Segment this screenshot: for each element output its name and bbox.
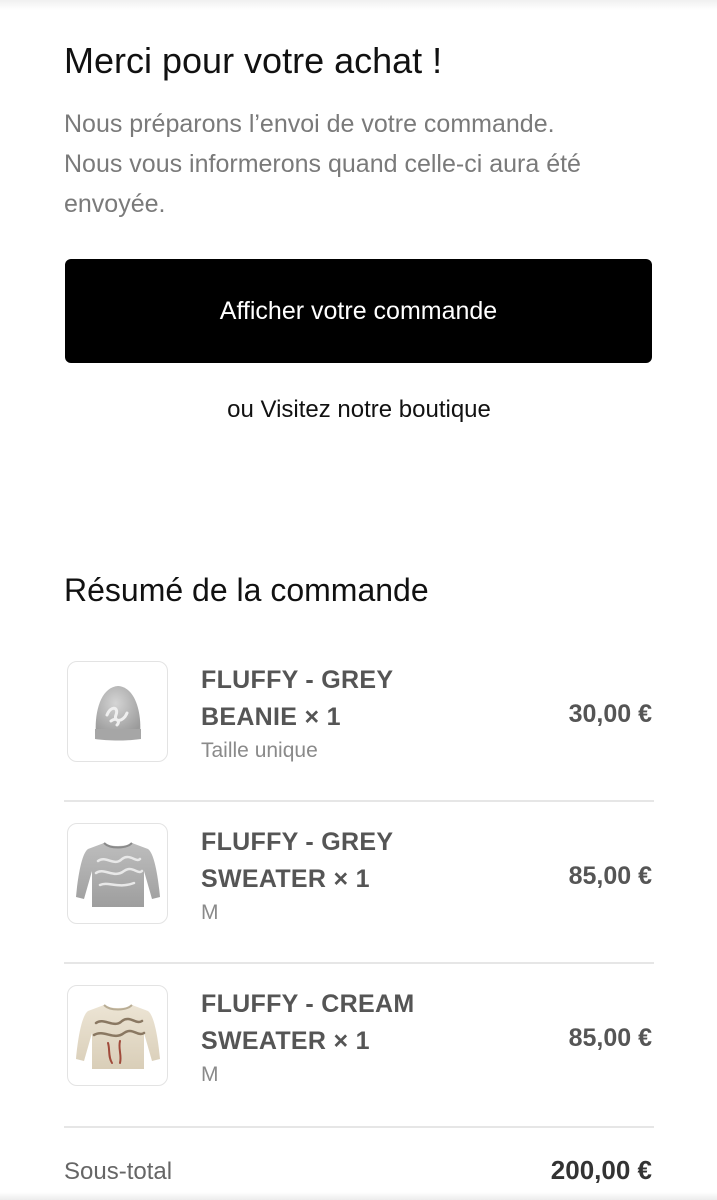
subtotal-value: 200,00 € bbox=[550, 1155, 652, 1185]
order-summary-heading: Résumé de la commande bbox=[64, 572, 429, 608]
item-name-line-2: BEANIE × 1 bbox=[201, 703, 341, 731]
beanie-icon bbox=[94, 685, 141, 740]
item-price: 85,00 € bbox=[568, 862, 652, 890]
message-line-1: Nous préparons l’envoi de votre commande… bbox=[64, 110, 555, 138]
grey-sweater-image[interactable] bbox=[67, 823, 168, 924]
item-variant: M bbox=[201, 1063, 219, 1086]
beanie-image[interactable] bbox=[67, 661, 168, 762]
list-item: FLUFFY - CREAM SWEATER × 1 M 85,00 € bbox=[64, 964, 654, 1128]
item-name-line-2: SWEATER × 1 bbox=[201, 1027, 370, 1055]
item-details: FLUFFY - GREY BEANIE × 1 Taille unique bbox=[201, 662, 481, 766]
order-items-list: FLUFFY - GREY BEANIE × 1 Taille unique 3… bbox=[64, 640, 654, 1128]
item-details: FLUFFY - GREY SWEATER × 1 M bbox=[201, 824, 481, 928]
grey-sweater-icon bbox=[75, 841, 160, 907]
subtotal-label: Sous-total bbox=[64, 1158, 173, 1185]
item-name: FLUFFY - GREY BEANIE × 1 bbox=[201, 662, 481, 736]
confirmation-message: Nous préparons l’envoi de votre commande… bbox=[64, 104, 649, 224]
page-title: Merci pour votre achat ! bbox=[64, 40, 443, 81]
item-name: FLUFFY - CREAM SWEATER × 1 bbox=[201, 986, 481, 1060]
subtotal-row: Sous-total 200,00 € bbox=[64, 1150, 654, 1194]
item-name-line-1: FLUFFY - CREAM bbox=[201, 990, 415, 1018]
bottom-edge bbox=[0, 1192, 717, 1200]
item-name-line-1: FLUFFY - GREY bbox=[201, 828, 394, 856]
cream-sweater-icon bbox=[75, 1003, 160, 1069]
cream-sweater-image[interactable] bbox=[67, 985, 168, 1086]
list-item: FLUFFY - GREY SWEATER × 1 M 85,00 € bbox=[64, 802, 654, 964]
visit-shop-link[interactable]: ou Visitez notre boutique bbox=[64, 396, 654, 424]
top-edge bbox=[0, 0, 717, 10]
item-price: 85,00 € bbox=[568, 1024, 652, 1052]
item-price: 30,00 € bbox=[568, 700, 652, 728]
item-variant: Taille unique bbox=[201, 739, 318, 762]
item-variant: M bbox=[201, 901, 219, 924]
item-details: FLUFFY - CREAM SWEATER × 1 M bbox=[201, 986, 481, 1090]
view-order-button[interactable]: Afficher votre commande bbox=[65, 259, 652, 363]
item-name-line-1: FLUFFY - GREY bbox=[201, 666, 394, 694]
item-name-line-2: SWEATER × 1 bbox=[201, 865, 370, 893]
list-item: FLUFFY - GREY BEANIE × 1 Taille unique 3… bbox=[64, 640, 654, 802]
message-line-2: Nous vous informerons quand celle-ci aur… bbox=[64, 150, 581, 218]
item-name: FLUFFY - GREY SWEATER × 1 bbox=[201, 824, 481, 898]
